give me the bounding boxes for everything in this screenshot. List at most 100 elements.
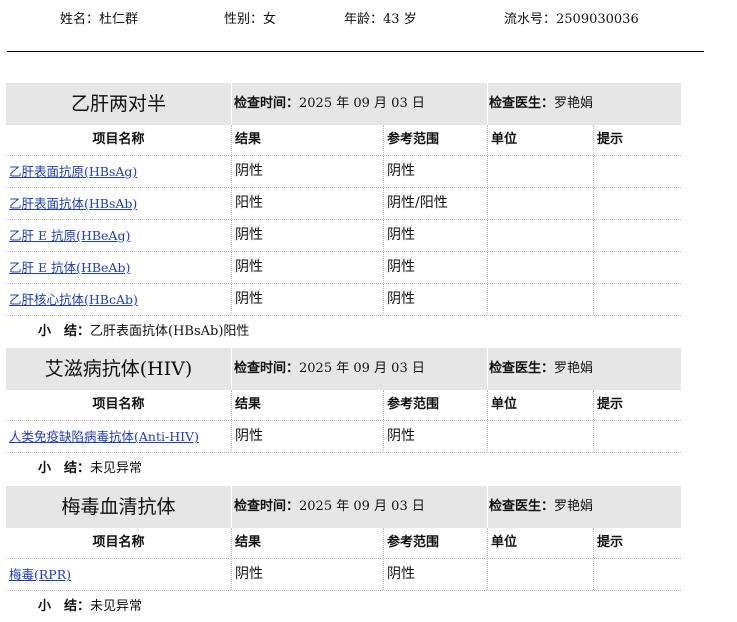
col-item-name: 项目名称	[92, 132, 145, 147]
section-title: 艾滋病抗体(HIV)	[44, 358, 193, 380]
doctor-label: 检查医生：	[489, 96, 555, 111]
result-cell: 阴性	[231, 220, 383, 251]
header-separator	[487, 83, 488, 125]
item-link[interactable]: 梅毒(RPR)	[9, 567, 71, 582]
range-cell: 阴性	[383, 252, 487, 283]
item-link[interactable]: 乙肝核心抗体(HBcAb)	[9, 292, 138, 307]
header-separator	[231, 348, 232, 390]
patient-sex: 性别：女	[224, 8, 276, 27]
header-separator	[231, 486, 232, 528]
exam-doctor: 检查医生：罗艳娟	[489, 83, 593, 125]
age-label: 年龄：	[344, 12, 384, 27]
doctor-label: 检查医生：	[489, 499, 555, 514]
doctor-value: 罗艳娟	[554, 361, 594, 376]
exam-section-syphilis: 梅毒血清抗体 检查时间：2025 年 09 月 03 日 检查医生：罗艳娟 项目…	[6, 486, 681, 622]
patient-age: 年龄：43 岁	[344, 8, 417, 27]
serial-label: 流水号：	[504, 12, 557, 27]
table-header-row: 项目名称 结果 参考范围 单位 提示	[6, 125, 681, 156]
unit-cell	[487, 188, 593, 219]
doctor-value: 罗艳娟	[554, 499, 594, 514]
range-cell: 阴性	[383, 421, 487, 452]
summary-text: 未见异常	[90, 599, 143, 614]
hint-cell	[593, 284, 681, 315]
name-label: 姓名：	[60, 12, 100, 27]
col-item-name: 项目名称	[92, 535, 145, 550]
header-separator	[231, 83, 232, 125]
doctor-value: 罗艳娟	[554, 96, 594, 111]
unit-cell	[487, 156, 593, 187]
col-hint: 提示	[593, 125, 681, 155]
result-cell: 阳性	[231, 188, 383, 219]
serial-value: 2509030036	[556, 12, 639, 27]
hint-cell	[593, 156, 681, 187]
result-cell: 阴性	[231, 252, 383, 283]
hint-cell	[593, 421, 681, 452]
col-reference-range: 参考范围	[383, 125, 487, 155]
item-link[interactable]: 乙肝 E 抗体(HBeAb)	[9, 260, 130, 275]
section-header: 乙肝两对半 检查时间：2025 年 09 月 03 日 检查医生：罗艳娟	[6, 83, 681, 125]
range-cell: 阴性	[383, 284, 487, 315]
col-unit: 单位	[487, 528, 593, 558]
exam-time: 检查时间：2025 年 09 月 03 日	[234, 83, 425, 125]
col-reference-range: 参考范围	[383, 390, 487, 420]
exam-time: 检查时间：2025 年 09 月 03 日	[234, 486, 425, 528]
section-summary: 小 结：未见异常	[6, 591, 681, 622]
table-row: 乙肝核心抗体(HBcAb) 阴性 阴性	[6, 284, 681, 316]
table-row: 梅毒(RPR) 阴性 阴性	[6, 559, 681, 591]
exam-time-value: 2025 年 09 月 03 日	[299, 361, 425, 376]
patient-name: 姓名：杜仁群	[60, 8, 138, 27]
unit-cell	[487, 421, 593, 452]
summary-text: 乙肝表面抗体(HBsAb)阳性	[90, 324, 250, 339]
exam-section-hbv: 乙肝两对半 检查时间：2025 年 09 月 03 日 检查医生：罗艳娟 项目名…	[6, 83, 681, 347]
col-result: 结果	[231, 125, 383, 155]
col-hint: 提示	[593, 528, 681, 558]
section-title: 梅毒血清抗体	[61, 496, 176, 518]
col-item-name: 项目名称	[92, 397, 145, 412]
item-link[interactable]: 乙肝表面抗原(HBsAg)	[9, 164, 137, 179]
result-cell: 阴性	[231, 156, 383, 187]
age-value: 43 岁	[383, 12, 417, 27]
name-value: 杜仁群	[99, 12, 139, 27]
section-header: 梅毒血清抗体 检查时间：2025 年 09 月 03 日 检查医生：罗艳娟	[6, 486, 681, 528]
header-divider	[7, 51, 704, 52]
header-separator	[487, 486, 488, 528]
range-cell: 阴性/阳性	[383, 188, 487, 219]
exam-time-label: 检查时间：	[234, 361, 300, 376]
table-row: 乙肝表面抗体(HBsAb) 阳性 阴性/阳性	[6, 188, 681, 220]
range-cell: 阴性	[383, 220, 487, 251]
unit-cell	[487, 220, 593, 251]
table-header-row: 项目名称 结果 参考范围 单位 提示	[6, 528, 681, 559]
doctor-label: 检查医生：	[489, 361, 555, 376]
col-unit: 单位	[487, 125, 593, 155]
hint-cell	[593, 188, 681, 219]
result-cell: 阴性	[231, 421, 383, 452]
col-unit: 单位	[487, 390, 593, 420]
sex-label: 性别：	[224, 12, 264, 27]
hint-cell	[593, 220, 681, 251]
summary-label: 小 结：	[38, 324, 91, 339]
summary-label: 小 结：	[38, 599, 91, 614]
result-cell: 阴性	[231, 284, 383, 315]
exam-doctor: 检查医生：罗艳娟	[489, 486, 593, 528]
section-title: 乙肝两对半	[70, 93, 166, 115]
unit-cell	[487, 252, 593, 283]
section-summary: 小 结：乙肝表面抗体(HBsAb)阳性	[6, 316, 681, 347]
table-header-row: 项目名称 结果 参考范围 单位 提示	[6, 390, 681, 421]
summary-text: 未见异常	[90, 461, 143, 476]
table-row: 乙肝 E 抗原(HBeAg) 阴性 阴性	[6, 220, 681, 252]
sex-value: 女	[263, 12, 277, 27]
summary-label: 小 结：	[38, 461, 91, 476]
exam-doctor: 检查医生：罗艳娟	[489, 348, 593, 390]
exam-time-label: 检查时间：	[234, 96, 300, 111]
col-reference-range: 参考范围	[383, 528, 487, 558]
unit-cell	[487, 284, 593, 315]
item-link[interactable]: 乙肝表面抗体(HBsAb)	[9, 196, 137, 211]
item-link[interactable]: 乙肝 E 抗原(HBeAg)	[9, 228, 130, 243]
range-cell: 阴性	[383, 559, 487, 590]
section-header: 艾滋病抗体(HIV) 检查时间：2025 年 09 月 03 日 检查医生：罗艳…	[6, 348, 681, 390]
exam-section-hiv: 艾滋病抗体(HIV) 检查时间：2025 年 09 月 03 日 检查医生：罗艳…	[6, 348, 681, 484]
header-separator	[487, 348, 488, 390]
item-link[interactable]: 人类免疫缺陷病毒抗体(Anti-HIV)	[9, 429, 199, 444]
col-result: 结果	[231, 528, 383, 558]
hint-cell	[593, 559, 681, 590]
